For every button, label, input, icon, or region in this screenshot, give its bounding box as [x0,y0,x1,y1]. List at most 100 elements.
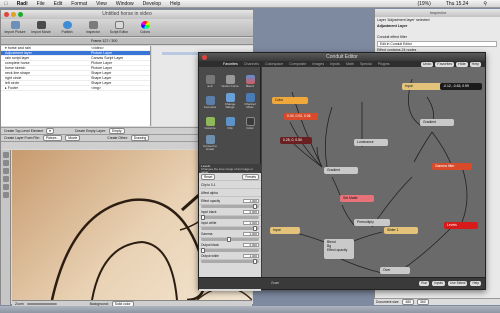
library-item-colorize[interactable]: Colorize [201,111,219,130]
presets-button[interactable]: Presets [242,173,259,180]
color-wheel-icon [140,21,150,29]
picture-icon [10,21,20,29]
battery-status[interactable]: (19%) [417,1,430,7]
input-black-slider[interactable] [201,215,259,220]
range-icon [225,93,235,102]
favorites-button[interactable]: Favorites [435,61,455,67]
menu-view[interactable]: View [96,1,107,7]
brush-tool-icon[interactable] [3,168,9,174]
menu-app-name[interactable]: Radi [17,1,28,7]
minimize-window-button[interactable] [11,12,16,17]
edit-conduit-button[interactable]: Edit in Conduit Editor [377,41,497,47]
import-movie-button[interactable]: Import Movie [30,21,52,34]
pencil-tool-icon[interactable] [3,176,9,182]
zoom-slider[interactable] [26,302,57,305]
create-empty-label: Create Empty Layer: [74,129,106,133]
menu-help[interactable]: Help [170,1,180,7]
color-node[interactable]: Color [272,97,308,104]
script-editor-button[interactable]: Script Editor [108,21,130,34]
effect-opacity-slider[interactable] [201,204,259,209]
inputs-button[interactable]: Inputs [432,281,445,286]
library-item-change-range[interactable]: Change Range [221,90,239,109]
conduit-statusbar: Zoom Run Inputs Live Select Help [199,277,485,289]
input-white-slider[interactable] [201,226,259,231]
help-button[interactable]: Help [469,61,481,67]
over-node[interactable]: Over [380,267,410,274]
luminance-node[interactable]: Luminance [354,139,388,146]
effect-opacity-field[interactable]: 1.000 [243,198,259,203]
colors-button[interactable]: Colors [134,21,156,34]
graph-zoom-label: Zoom [271,281,280,285]
affect-alpha-row[interactable]: Affect alpha [199,189,261,197]
values-node-1[interactable]: 0.00, 0.00, 0.06 [284,113,318,120]
set-matte-node[interactable]: Set Matte [340,195,374,202]
menu-develop[interactable]: Develop [143,1,161,7]
library-item-convert-linear[interactable]: Convert to Linear [201,132,219,151]
levels-node[interactable]: Levels [444,222,478,229]
dock [0,306,500,313]
timeline-header[interactable]: Frame 127 / 300 [1,38,253,45]
gradient-node-right[interactable]: Gradient [420,119,454,126]
curve-icon [225,75,235,84]
library-item-a-plus-b[interactable]: a+b [201,69,219,88]
eraser-tool-icon[interactable] [3,184,9,190]
info-icon [88,21,98,29]
menu-edit[interactable]: Edit [54,1,63,7]
create-from-file-label: Create Layer From File: [4,136,40,140]
gamma-filter-node[interactable]: Gamma filter [432,163,472,170]
hand-tool-icon[interactable] [3,160,9,166]
input-black-field[interactable]: 0.000 [243,209,259,214]
close-conduit-button[interactable] [202,55,207,60]
hide-button[interactable]: Hide [456,61,468,67]
output-white-field[interactable]: 1.000 [243,253,259,258]
library-item-blend[interactable]: Blend [241,69,259,88]
library-item-clip[interactable]: Clip [221,111,239,130]
blend-node[interactable]: Blend Bg Effect opacity [324,239,354,259]
import-picture-button[interactable]: Import Picture [4,21,26,34]
library-item-color[interactable]: Color [241,111,259,130]
doc-width-field[interactable]: 480 [402,299,415,305]
gamma-slider[interactable] [201,237,259,242]
premultiply-node[interactable]: Premultiply [354,219,390,226]
values-node-2[interactable]: 0.25, 0, 0.50 [280,137,312,144]
effect-opacity-row: Effect opacity 1.000 [199,197,261,205]
reset-button[interactable]: Reset [201,173,216,180]
live-select-button[interactable]: Live Select [447,281,468,286]
conduit-help-button[interactable]: Help [470,281,481,286]
layer-tree[interactable]: ▾ horse and rain <video> Adjustment layer… [1,46,151,126]
undo-button[interactable]: Undo [420,61,434,67]
inspector-button[interactable]: Inspector [82,21,104,34]
menu-bar:  Radi File Edit Format View Window Deve… [0,0,500,8]
document-size-label: Document size: [376,300,400,304]
run-button[interactable]: Run [419,281,430,286]
clip-checkbox-row[interactable]: Clip to 0-1 [199,181,261,189]
input-white-field[interactable]: 1.000 [243,220,259,225]
tree-row[interactable]: ▸ Footer <img> [1,86,150,91]
clock[interactable]: Thu 15.24 [446,1,469,7]
library-item-vector-curve[interactable]: Vector Curve [221,69,239,88]
output-black-slider[interactable] [201,248,259,253]
gradient-node-left[interactable]: Gradient [324,167,358,174]
library-item-channel-mixer[interactable]: Channel Mixer [241,90,259,109]
close-window-button[interactable] [4,12,9,17]
library-item-convolve[interactable]: Convolve [201,90,219,109]
menu-window[interactable]: Window [116,1,134,7]
fill-tool-icon[interactable] [3,192,9,198]
values-node-3[interactable]: -0.12, -0.63, 0.99 [440,83,482,90]
output-white-slider[interactable] [201,259,259,264]
zoom-window-button[interactable] [18,12,23,17]
menu-format[interactable]: Format [71,1,87,7]
publish-button[interactable]: Publish [56,21,78,34]
input-node-left[interactable]: Input [270,227,300,234]
gamma-field[interactable]: 1.000 [243,231,259,236]
node-graph[interactable]: Input Color -0.12, -0.63, 0.99 0.00, 0.0… [262,67,485,277]
input-node-top[interactable]: Input [402,83,442,90]
doc-height-field[interactable]: 360 [417,299,429,305]
slider-node[interactable]: Slider 1 [384,227,418,234]
arrow-tool-icon[interactable] [3,152,9,158]
menu-file[interactable]: File [37,1,45,7]
input-white-row: Input white 1.000 [199,219,261,227]
spotlight-icon[interactable]: ⚲ [483,1,487,7]
output-black-field[interactable]: 0.000 [243,242,259,247]
apple-menu-icon[interactable]:  [4,1,8,7]
